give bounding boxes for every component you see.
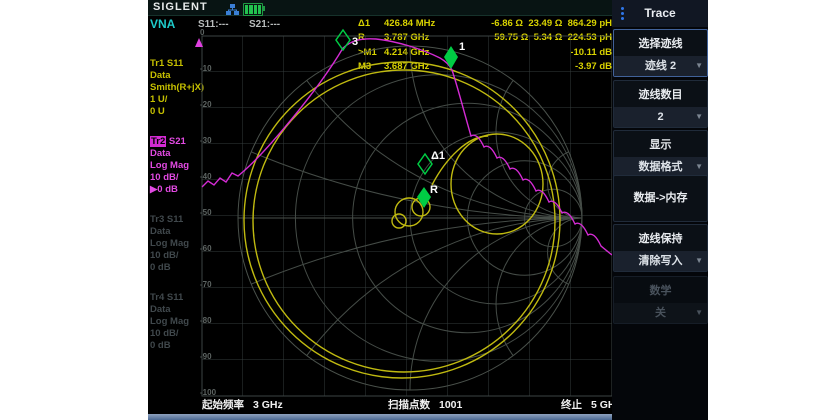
marker-1-label: 1	[459, 41, 465, 53]
menu-data-to-memory-button[interactable]: 数据->内存	[613, 175, 708, 222]
sweep-points: 扫描点数1001	[388, 397, 462, 412]
menu-display-button[interactable]: 显示 数据格式▼	[613, 130, 708, 178]
menu-math-button-disabled[interactable]: 数学 关▼	[613, 276, 708, 324]
menu-select-trace-button[interactable]: 选择迹线 迹线 2▼	[613, 29, 708, 77]
marker-r-label: R	[430, 184, 438, 196]
dropdown-arrow-icon: ▼	[695, 56, 703, 76]
menu-header[interactable]: Trace	[612, 0, 708, 27]
dropdown-arrow-icon: ▼	[695, 303, 703, 323]
menu-dots-icon	[621, 7, 624, 22]
canvas: { "header":{"brand":"SIGLENT","app_label…	[0, 0, 840, 420]
dropdown-arrow-icon: ▼	[695, 157, 703, 177]
dropdown-arrow-icon: ▼	[695, 251, 703, 271]
rect-grid	[202, 36, 612, 396]
vna-screen: SIGLENT VNA S11:--- S21:--- Δ1426.84 MHz…	[148, 0, 708, 420]
dropdown-arrow-icon: ▼	[695, 107, 703, 127]
start-frequency: 起始频率3 GHz	[202, 397, 283, 412]
trace-menu: Trace 选择迹线 迹线 2▼ 迹线数目 2▼ 显示 数据格式▼ 数据->内存…	[612, 0, 708, 420]
marker-delta1-label: Δ1	[431, 150, 445, 162]
marker-3-label: 3	[352, 36, 358, 48]
menu-title: Trace	[644, 6, 675, 20]
menu-trace-count-button[interactable]: 迹线数目 2▼	[613, 80, 708, 128]
menu-trace-hold-button[interactable]: 迹线保持 清除写入▼	[613, 224, 708, 272]
